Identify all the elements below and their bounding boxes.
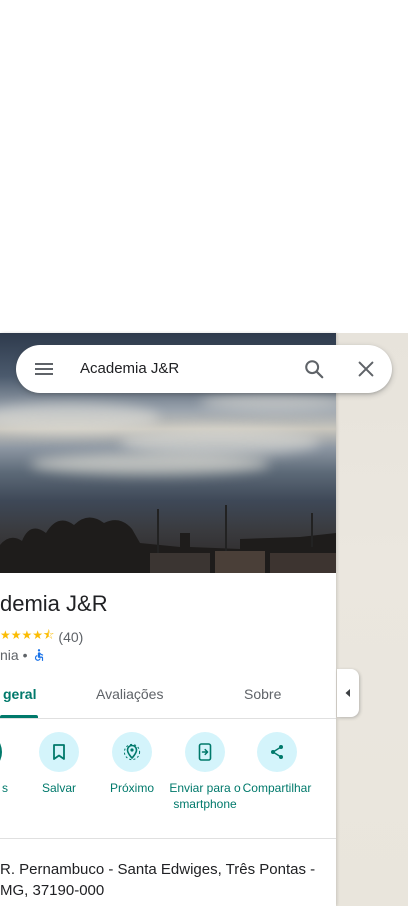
- wheelchair-icon: [35, 649, 44, 661]
- rating-count: (40): [58, 628, 84, 645]
- collapse-panel-button[interactable]: [337, 669, 359, 717]
- place-tabs: geral Avaliações Sobre: [0, 669, 336, 719]
- map-background[interactable]: [336, 333, 408, 906]
- directions-icon: [0, 732, 2, 772]
- search-bar: Academia J&R: [16, 345, 392, 393]
- stars-icon: ★★★★⯪: [0, 628, 55, 642]
- menu-icon[interactable]: [34, 359, 54, 379]
- place-panel: demia J&R ★★★★⯪ (40) nia • geral Avaliaç…: [0, 333, 336, 906]
- active-tab-indicator: [0, 715, 38, 718]
- category-label: nia •: [0, 647, 28, 663]
- section-divider: [0, 838, 336, 839]
- nearby-button[interactable]: Próximo: [92, 732, 172, 796]
- photo-trees: [0, 505, 336, 573]
- place-title: demia J&R: [0, 591, 108, 616]
- share-icon: [257, 732, 297, 772]
- bookmark-icon: [39, 732, 79, 772]
- address-text[interactable]: R. Pernambuco - Santa Edwiges, Três Pont…: [0, 859, 320, 901]
- rating-row[interactable]: ★★★★⯪ (40): [0, 626, 83, 647]
- action-buttons: s Salvar Próximo Enviar para o smartphon…: [0, 732, 336, 837]
- send-to-phone-icon: [185, 732, 225, 772]
- close-icon[interactable]: [355, 358, 377, 380]
- tab-about[interactable]: Sobre: [244, 686, 281, 702]
- search-icon[interactable]: [303, 358, 325, 380]
- search-input[interactable]: Academia J&R: [80, 360, 179, 377]
- share-button[interactable]: Compartilhar: [237, 732, 317, 796]
- collapse-arrow-icon: [345, 689, 350, 697]
- category-row: nia •: [0, 647, 46, 663]
- nearby-icon: [112, 732, 152, 772]
- tab-reviews[interactable]: Avaliações: [96, 686, 163, 702]
- send-to-phone-button[interactable]: Enviar para o smartphone: [165, 732, 245, 812]
- tab-overview[interactable]: geral: [3, 686, 36, 702]
- save-button[interactable]: Salvar: [19, 732, 99, 796]
